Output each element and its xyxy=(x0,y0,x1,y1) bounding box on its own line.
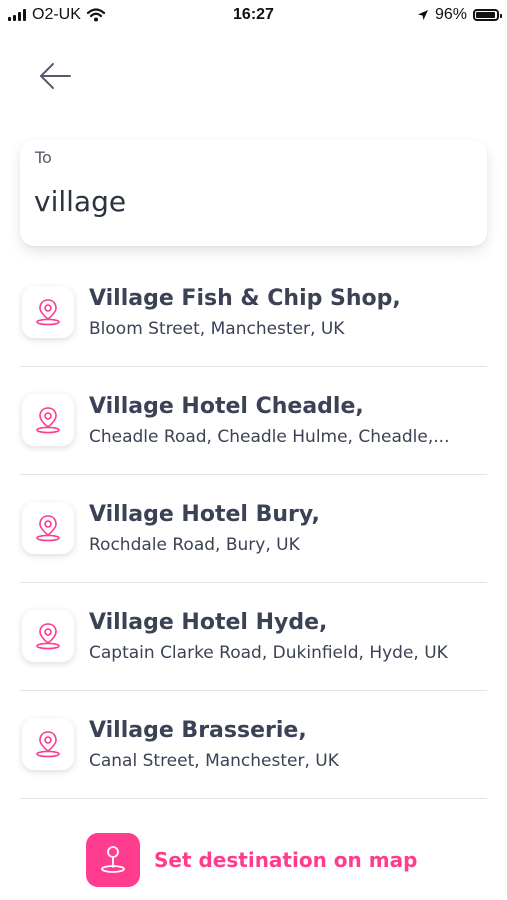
result-address: Cheadle Road, Cheadle Hulme, Cheadle,... xyxy=(89,427,450,447)
result-address: Captain Clarke Road, Dukinfield, Hyde, U… xyxy=(89,643,448,663)
set-destination-label: Set destination on map xyxy=(154,848,418,872)
result-address: Canal Street, Manchester, UK xyxy=(89,751,339,771)
result-title: Village Fish & Chip Shop, xyxy=(89,286,401,311)
location-pin-icon xyxy=(22,610,74,662)
status-bar: O2-UK 16:27 96% xyxy=(0,0,507,32)
result-item[interactable]: Village Hotel Bury, Rochdale Road, Bury,… xyxy=(20,475,487,583)
location-pin-icon xyxy=(22,394,74,446)
location-pin-icon xyxy=(22,718,74,770)
result-item[interactable]: Village Brasserie, Canal Street, Manches… xyxy=(20,691,487,799)
search-results-list: Village Fish & Chip Shop, Bloom Street, … xyxy=(20,259,487,799)
back-button[interactable] xyxy=(36,60,76,92)
arrow-left-icon xyxy=(40,63,71,89)
result-title: Village Hotel Cheadle, xyxy=(89,394,364,419)
set-destination-on-map-button[interactable]: Set destination on map xyxy=(86,833,436,887)
battery-percent: 96% xyxy=(434,6,467,23)
result-title: Village Hotel Hyde, xyxy=(89,610,328,635)
to-label: To xyxy=(35,148,52,167)
map-pin-icon xyxy=(86,833,140,887)
battery-fill xyxy=(476,12,496,18)
result-title: Village Brasserie, xyxy=(89,718,307,743)
location-pin-icon xyxy=(22,286,74,338)
location-arrow-icon xyxy=(417,10,428,20)
result-item[interactable]: Village Hotel Cheadle, Cheadle Road, Che… xyxy=(20,367,487,475)
destination-search-input[interactable] xyxy=(34,180,464,222)
destination-search-card: To xyxy=(20,140,487,246)
location-pin-icon xyxy=(22,502,74,554)
result-item[interactable]: Village Hotel Hyde, Captain Clarke Road,… xyxy=(20,583,487,691)
battery-icon xyxy=(473,9,502,21)
result-title: Village Hotel Bury, xyxy=(89,502,320,527)
result-item[interactable]: Village Fish & Chip Shop, Bloom Street, … xyxy=(20,259,487,367)
divider xyxy=(20,798,487,799)
result-address: Rochdale Road, Bury, UK xyxy=(89,535,300,555)
result-address: Bloom Street, Manchester, UK xyxy=(89,319,345,339)
status-right: 96% xyxy=(417,6,502,24)
